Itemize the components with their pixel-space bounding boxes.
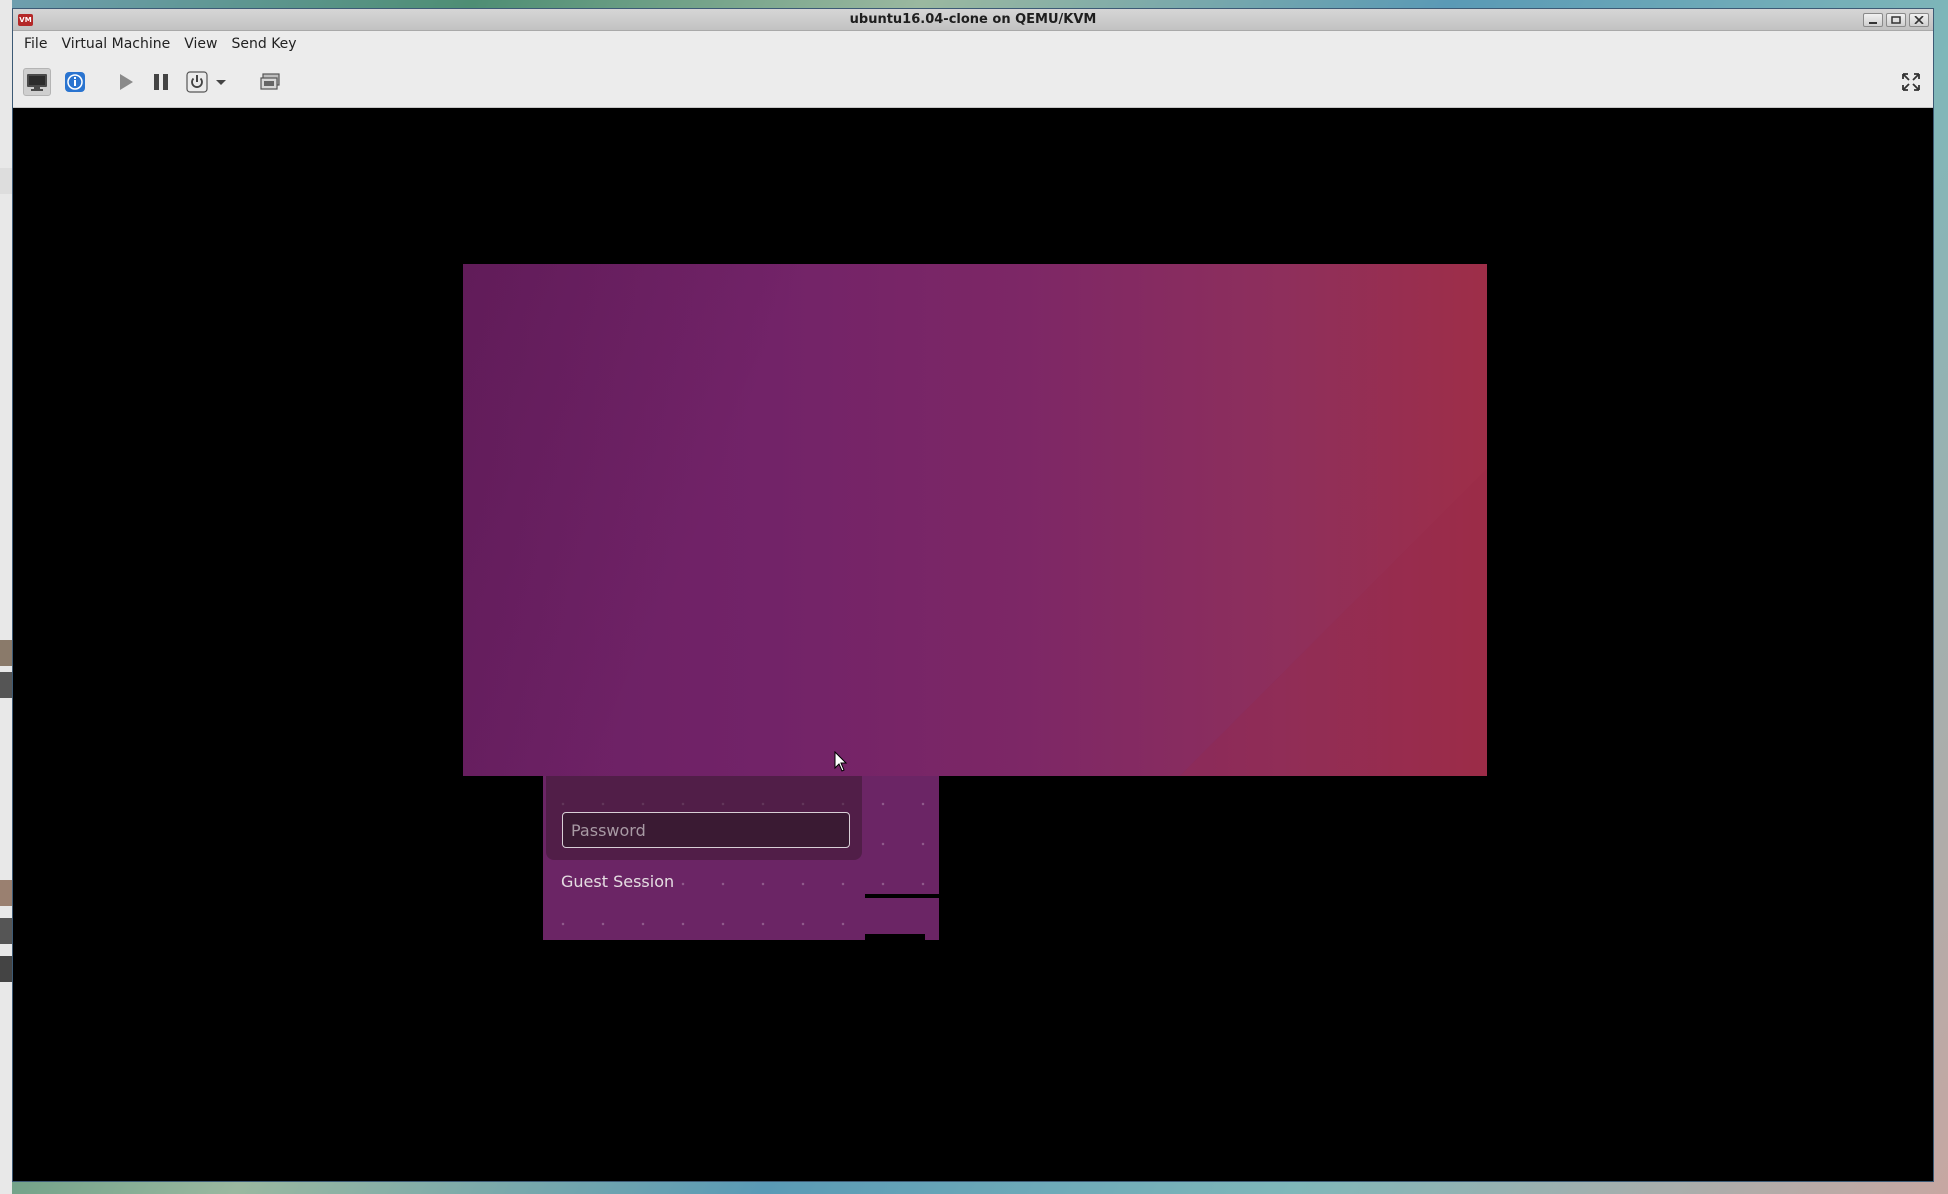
close-icon: [1914, 16, 1924, 24]
shutdown-button[interactable]: [183, 68, 211, 96]
password-input[interactable]: [562, 812, 850, 848]
shutdown-menu-button[interactable]: [213, 68, 229, 96]
menu-view[interactable]: View: [177, 31, 224, 57]
chevron-down-icon: [216, 80, 226, 85]
maximize-icon: [1891, 16, 1901, 24]
title-bar[interactable]: VM ubuntu16.04-clone on QEMU/KVM: [13, 9, 1933, 31]
close-button[interactable]: [1909, 13, 1929, 27]
minimize-icon: [1869, 22, 1877, 24]
render-artifact: [865, 898, 939, 930]
ubuntu-wallpaper: [463, 264, 1487, 776]
menu-bar: File Virtual Machine View Send Key: [13, 31, 1933, 57]
fullscreen-button[interactable]: [1897, 68, 1925, 96]
run-button[interactable]: [111, 68, 139, 96]
snapshots-button[interactable]: [257, 68, 285, 96]
pause-button[interactable]: [147, 68, 175, 96]
snapshot-icon: [260, 73, 280, 90]
lightdm-greeter: Guest Session: [543, 776, 939, 940]
guest-session-item[interactable]: Guest Session: [561, 872, 674, 891]
info-icon: [65, 72, 85, 92]
render-artifact: [865, 934, 925, 940]
pause-icon: [154, 74, 168, 90]
menu-file[interactable]: File: [17, 31, 54, 57]
show-console-button[interactable]: [23, 68, 51, 96]
power-icon: [186, 71, 208, 93]
login-box: [546, 776, 862, 860]
show-details-button[interactable]: [61, 68, 89, 96]
vm-console-display[interactable]: Guest Session: [13, 108, 1933, 1181]
maximize-button[interactable]: [1886, 13, 1906, 27]
monitor-console-icon: [27, 74, 47, 91]
vm-window: VM ubuntu16.04-clone on QEMU/KVM File Vir…: [12, 8, 1934, 1182]
menu-send-key[interactable]: Send Key: [224, 31, 303, 57]
menu-virtual-machine[interactable]: Virtual Machine: [54, 31, 177, 57]
toolbar: [13, 57, 1933, 108]
window-title: ubuntu16.04-clone on QEMU/KVM: [849, 12, 1097, 27]
minimize-button[interactable]: [1863, 13, 1883, 27]
fullscreen-icon: [1902, 73, 1920, 91]
play-icon: [120, 74, 133, 90]
host-desktop-strip: [0, 0, 12, 1194]
mouse-pointer-icon: [834, 751, 848, 772]
